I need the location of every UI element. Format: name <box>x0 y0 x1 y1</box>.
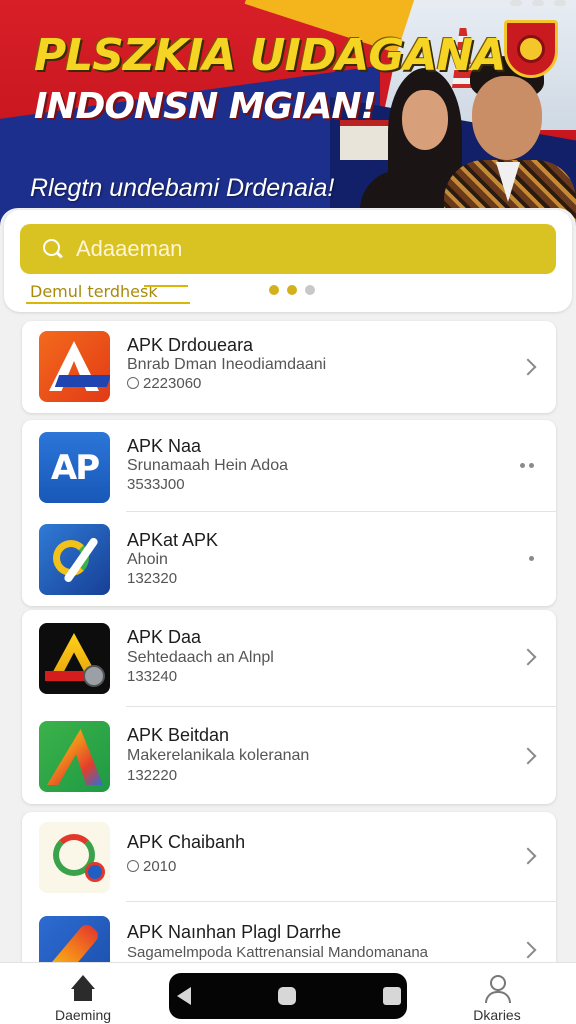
app-title: APK Beitdan <box>127 725 230 745</box>
nav-label-profile: Dkaries <box>473 1007 521 1023</box>
nav-item-profile[interactable]: Dkaries <box>452 969 542 1023</box>
app-row-drdoueara[interactable]: APK Drdoueara Bnrab Dman Ineodiamdaani 2… <box>22 321 556 413</box>
app-subtitle: Bnrab Dman Ineodiamdaani <box>127 356 327 373</box>
promo-banner[interactable]: PLSZKIA UIDAGANA INDONSN MGIAN! Rlegtn u… <box>0 0 576 230</box>
download-icon <box>127 860 139 872</box>
carousel-indicator[interactable] <box>269 285 315 295</box>
app-meta-value: 2223060 <box>143 375 202 392</box>
chevron-right-icon[interactable] <box>519 648 537 666</box>
app-card: APK Daa Sehtedaach an Alnpl 133240 APK B… <box>22 610 556 804</box>
chevron-right-icon[interactable] <box>519 847 537 865</box>
app-row-daa[interactable]: APK Daa Sehtedaach an Alnpl 133240 <box>22 610 556 707</box>
app-subtitle: Srunamaah Hein Adoa <box>127 457 288 474</box>
chevron-right-icon[interactable] <box>519 358 537 376</box>
system-navigation-bar <box>169 973 407 1019</box>
app-meta: 3533J00 <box>127 476 185 493</box>
app-meta: 133240 <box>127 668 178 685</box>
carousel-dot-3[interactable] <box>305 285 315 295</box>
app-subtitle: Makerelanikala koleranan <box>127 747 310 764</box>
carousel-dot-2[interactable] <box>287 285 297 295</box>
home-button[interactable] <box>278 987 296 1005</box>
carousel-dot-1[interactable] <box>269 285 279 295</box>
search-icon <box>42 238 64 260</box>
app-meta: 2223060 <box>127 375 201 392</box>
chevron-right-icon[interactable] <box>519 747 537 765</box>
app-subtitle: Sehtedaach an Alnpl <box>127 649 274 666</box>
app-row-beitdan[interactable]: APK Beitdan Makerelanikala koleranan 132… <box>22 707 556 804</box>
banner-title-secondary: INDONSN MGIAN! <box>34 86 377 127</box>
search-input[interactable] <box>76 236 476 262</box>
apk-chaibanh-icon <box>39 822 110 893</box>
more-options-icon[interactable] <box>520 463 534 468</box>
app-title: APK Naa <box>127 436 202 456</box>
app-subtitle: Ahoin <box>127 551 168 568</box>
more-options-icon[interactable] <box>529 556 534 561</box>
apk-naa-icon: AP <box>39 432 110 503</box>
apk-drdoueara-icon <box>39 331 110 402</box>
back-icon[interactable] <box>177 987 191 1005</box>
download-icon <box>127 377 139 389</box>
app-title: APK Drdoueara <box>127 335 254 355</box>
national-emblem-icon <box>504 20 558 78</box>
banner-subtitle: Rlegtn undebami Drdenaia! <box>30 174 335 202</box>
app-row-naa[interactable]: AP APK Naa Srunamaah Hein Adoa 3533J00 <box>22 420 556 512</box>
banner-title: PLSZKIA UIDAGANA <box>34 30 506 81</box>
app-card: AP APK Naa Srunamaah Hein Adoa 3533J00 A… <box>22 420 556 606</box>
app-title: APK Naınhan Plagl Darrhe <box>127 922 342 942</box>
app-meta: 132320 <box>127 570 178 587</box>
user-icon <box>482 975 512 1003</box>
app-title: APKat APK <box>127 530 219 550</box>
app-card: APK Drdoueara Bnrab Dman Ineodiamdaani 2… <box>22 321 556 413</box>
carousel-label[interactable]: Demul terdhesk <box>30 282 158 301</box>
app-meta-value: 2010 <box>143 858 177 875</box>
app-screen: PLSZKIA UIDAGANA INDONSN MGIAN! Rlegtn u… <box>0 0 576 1024</box>
app-meta: 2010 <box>127 858 176 875</box>
app-title: APK Chaibanh <box>127 832 246 852</box>
app-subtitle: Sagamelmpoda Kattrenansial Mandomanana <box>127 944 429 961</box>
status-bar-icons <box>510 0 566 10</box>
apk-daa-icon <box>39 623 110 694</box>
nav-item-home[interactable]: Daeming <box>38 969 128 1023</box>
chevron-right-icon[interactable] <box>519 941 537 959</box>
carousel-label-underline <box>26 302 190 304</box>
app-card: APK Chaibanh 2010 APK Naınhan Plagl Darr… <box>22 812 556 982</box>
apkat-apk-icon <box>39 524 110 595</box>
app-meta: 132220 <box>127 767 178 784</box>
search-card: Demul terdhesk <box>4 210 572 312</box>
apk-beitdan-icon <box>39 721 110 792</box>
nav-label-home: Daeming <box>54 1007 112 1023</box>
home-icon <box>68 975 98 1003</box>
search-bar[interactable] <box>20 224 556 274</box>
app-title: APK Daa <box>127 627 202 647</box>
app-row-apkat[interactable]: APKat APK Ahoin 132320 <box>22 512 556 606</box>
app-row-chaibanh[interactable]: APK Chaibanh 2010 <box>22 812 556 902</box>
recent-apps-button[interactable] <box>383 987 401 1005</box>
carousel-label-underline <box>144 285 188 287</box>
